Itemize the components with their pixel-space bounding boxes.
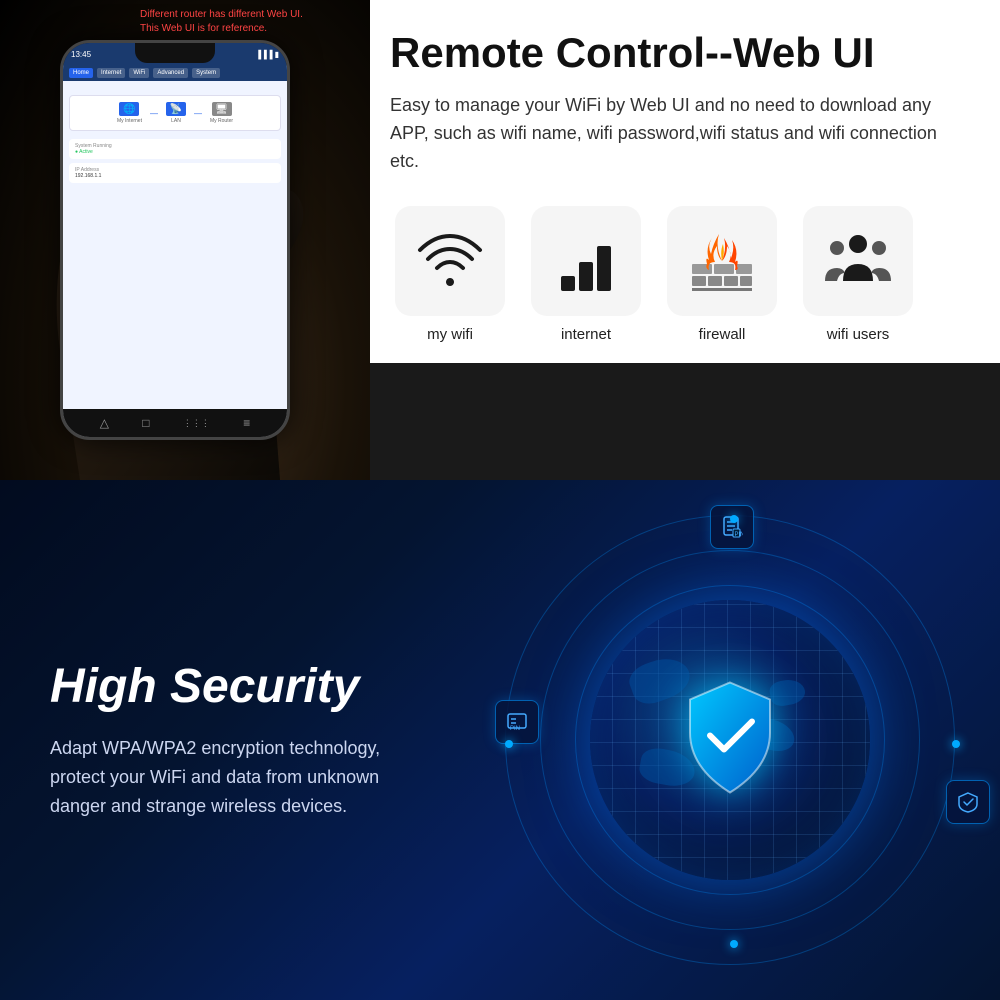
internet-icon-box: [531, 206, 641, 316]
phone-nav-system[interactable]: System: [192, 68, 220, 78]
system-status-value: ● Active: [75, 149, 275, 155]
firewall-icon: [687, 226, 757, 296]
phone-nav-internet[interactable]: Internet: [97, 68, 125, 78]
float-icon-document: PIN: [710, 505, 754, 549]
phone-nav-wifi[interactable]: WiFi: [129, 68, 149, 78]
wifi-users-feature-label: wifi users: [827, 326, 890, 343]
internet-icon: 🌐: [119, 102, 139, 116]
phone-bottom-nav: △ □ ⋮⋮⋮ ≡: [63, 409, 287, 437]
shield-container: [680, 678, 780, 803]
ring-dot-4: [952, 740, 960, 748]
internet-icon: [551, 226, 621, 296]
phone-time: 13:45: [71, 50, 91, 59]
wifi-icon: [415, 226, 485, 296]
top-section: Different router has different Web UI. T…: [0, 0, 1000, 480]
ip-value: 192.168.1.1: [75, 173, 275, 179]
wifi-feature-label: my wifi: [427, 326, 473, 343]
feature-firewall: firewall: [662, 206, 782, 343]
wifi-users-icon-box: [803, 206, 913, 316]
feature-internet: internet: [526, 206, 646, 343]
disclaimer-text: Different router has different Web UI. T…: [140, 8, 303, 36]
small-shield-icon: [957, 791, 979, 813]
security-description: Adapt WPA/WPA2 encryption technology, pr…: [50, 734, 400, 820]
phone-info-status: System Running ● Active: [69, 139, 281, 159]
security-title: High Security: [50, 659, 400, 714]
device-internet: 🌐 My Internet: [117, 102, 142, 124]
phone-content: 🌐 My Internet — 📡 LAN — 🖥 My: [63, 81, 287, 189]
nav-home-btn[interactable]: △: [100, 416, 109, 430]
firewall-feature-label: firewall: [699, 326, 746, 343]
security-desc-line1: Adapt WPA/WPA2 encryption technology,: [50, 738, 380, 758]
float-icon-pin: PIN: [495, 700, 539, 744]
wifi-icon-box: [395, 206, 505, 316]
section-title: Remote Control--Web UI: [390, 30, 960, 76]
phone-nav-bar: Home Internet WiFi Advanced System: [63, 65, 287, 81]
phone-frame: 13:45 ▐▐▐ ▮ Home Internet WiFi Advanced …: [60, 40, 290, 440]
security-visual: PIN PIN: [440, 490, 1000, 990]
ring-dot-2: [505, 740, 513, 748]
nav-apps-btn[interactable]: ⋮⋮⋮: [183, 418, 210, 429]
phone-info-ip: IP Address 192.168.1.1: [69, 163, 281, 183]
pin-icon: PIN: [506, 711, 528, 733]
shield-icon: [680, 678, 780, 798]
bottom-left-content: High Security Adapt WPA/WPA2 encryption …: [0, 599, 450, 880]
section-description: Easy to manage your WiFi by Web UI and n…: [390, 92, 960, 176]
phone-notch: [135, 43, 215, 63]
right-content-area: Remote Control--Web UI Easy to manage yo…: [370, 0, 1000, 363]
phone-nav-advanced[interactable]: Advanced: [153, 68, 188, 78]
phone-screen: Home Internet WiFi Advanced System 🌐 My …: [63, 65, 287, 440]
phone-icons: ▐▐▐ ▮: [255, 50, 279, 59]
security-desc-line3: danger and strange wireless devices.: [50, 796, 347, 816]
phone-mockup: 13:45 ▐▐▐ ▮ Home Internet WiFi Advanced …: [60, 40, 290, 440]
features-row: my wifi internet: [390, 206, 960, 343]
pc-icon: 🖥: [212, 102, 232, 116]
wifi-users-icon: [823, 226, 893, 296]
device-pc: 🖥 My Router: [210, 102, 233, 124]
svg-text:PIN: PIN: [510, 726, 520, 732]
firewall-icon-box: [667, 206, 777, 316]
nav-menu-btn[interactable]: ≡: [243, 416, 250, 430]
ring-dot-3: [730, 940, 738, 948]
ring-dot-1: [730, 515, 738, 523]
float-icon-shield: [946, 780, 990, 824]
feature-my-wifi: my wifi: [390, 206, 510, 343]
globe-container: PIN PIN: [440, 490, 1000, 990]
internet-feature-label: internet: [561, 326, 611, 343]
security-desc-line2: protect your WiFi and data from unknown: [50, 767, 379, 787]
device-router: 📡 LAN: [166, 102, 186, 124]
phone-nav-home[interactable]: Home: [69, 68, 93, 78]
bottom-section: High Security Adapt WPA/WPA2 encryption …: [0, 480, 1000, 1000]
phone-area: Different router has different Web UI. T…: [0, 0, 370, 480]
svg-text:PIN: PIN: [735, 532, 744, 538]
feature-wifi-users: wifi users: [798, 206, 918, 343]
nav-back-btn[interactable]: □: [142, 416, 149, 430]
router-icon: 📡: [166, 102, 186, 116]
router-diagram: 🌐 My Internet — 📡 LAN — 🖥 My: [69, 95, 281, 131]
